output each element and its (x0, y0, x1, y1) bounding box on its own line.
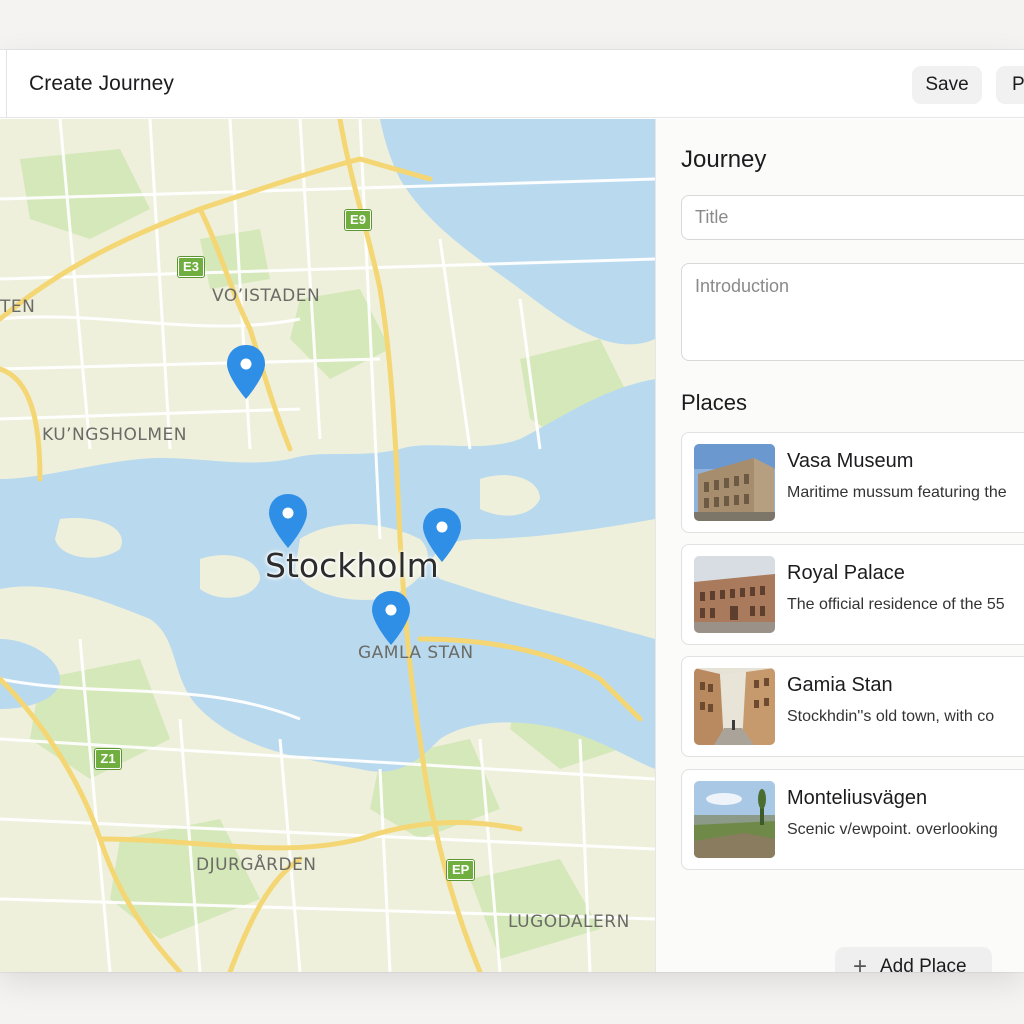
place-description: Maritime mussum featuring the (787, 484, 1007, 501)
district-label-lugodalern: LUGODALERN (508, 912, 630, 932)
introduction-input[interactable] (681, 263, 1024, 361)
add-place-button[interactable]: + Add Place (835, 947, 992, 972)
place-photo (694, 668, 775, 745)
app-window: Create Journey Save P VO’ISTADEN TEN KU’… (0, 50, 1024, 972)
map-view[interactable]: VO’ISTADEN TEN KU’NGSHOLMEN GAMLA STAN D… (0, 119, 655, 972)
place-card-gamla-stan[interactable]: Gamia Stan Stockhdin''s old town, with c… (681, 656, 1024, 757)
place-photo (694, 781, 775, 858)
place-name: Vasa Museum (787, 450, 914, 472)
map-pin-icon[interactable] (226, 343, 266, 401)
district-label-kungsholmen: KU’NGSHOLMEN (42, 425, 187, 445)
place-description: The official residence of the 55 (787, 596, 1005, 613)
district-label-edge: TEN (0, 297, 36, 317)
page-title: Create Journey (29, 72, 174, 95)
place-name: Gamia Stan (787, 674, 893, 696)
city-label: Stockholm (265, 546, 439, 585)
map-pin-icon[interactable] (422, 506, 462, 564)
publish-button[interactable]: P (996, 66, 1024, 104)
place-name: Monteliusvägen (787, 787, 928, 809)
district-label-djurgarden: DJURGÅRDEN (196, 855, 317, 875)
place-description: Stockhdin''s old town, with co (787, 708, 995, 725)
district-label-vasastaden: VO’ISTADEN (212, 286, 321, 306)
toolbar-divider (6, 50, 7, 118)
plus-icon: + (853, 953, 868, 972)
title-input[interactable] (681, 195, 1024, 240)
top-bar: Create Journey Save P (0, 50, 1024, 118)
place-name: Royal Palace (787, 562, 905, 584)
route-shield-top-left: E3 (178, 257, 204, 277)
place-description: Scenic v/ewpoint. overlooking (787, 821, 998, 838)
places-heading: Places (681, 390, 748, 415)
map-pin-icon[interactable] (268, 492, 308, 550)
add-place-label: Add Place (880, 956, 967, 972)
journey-panel: Journey Places Vasa Museum Maritime muss… (655, 119, 1024, 972)
save-button[interactable]: Save (912, 66, 982, 104)
map-pin-icon[interactable] (371, 589, 411, 647)
place-card-royal-palace[interactable]: Royal Palace The official residence of t… (681, 544, 1024, 645)
route-shield-top: E9 (345, 210, 371, 230)
route-shield-bottom-left: Z1 (95, 749, 121, 769)
place-card-monteliusvagen[interactable]: Monteliusvägen Scenic v/ewpoint. overloo… (681, 769, 1024, 870)
place-photo (694, 444, 775, 521)
route-shield-bottom-right: EP (447, 860, 475, 880)
place-card-vasa-museum[interactable]: Vasa Museum Maritime mussum featuring th… (681, 432, 1024, 533)
journey-heading: Journey (681, 146, 767, 173)
place-photo (694, 556, 775, 633)
